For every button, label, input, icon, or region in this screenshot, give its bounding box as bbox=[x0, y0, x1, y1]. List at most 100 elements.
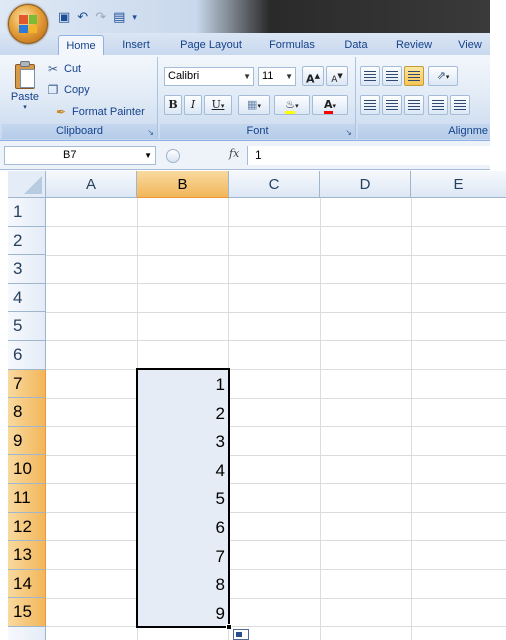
tab-home[interactable]: Home bbox=[58, 35, 104, 55]
align-middle-button[interactable] bbox=[382, 66, 402, 86]
alignment-group: ⇗▾ Alignme bbox=[358, 57, 490, 139]
paste-icon bbox=[13, 61, 37, 89]
chevron-down-icon: ▼ bbox=[243, 72, 251, 81]
row-header-2[interactable]: 2 bbox=[8, 226, 46, 256]
align-center-button[interactable] bbox=[382, 95, 402, 115]
paste-button[interactable]: Paste ▾ bbox=[8, 59, 42, 119]
fill-handle[interactable] bbox=[226, 624, 232, 630]
tab-data[interactable]: Data bbox=[336, 35, 376, 55]
ribbon-tabs: Home Insert Page Layout Formulas Data Re… bbox=[0, 33, 490, 55]
office-button[interactable] bbox=[8, 4, 48, 44]
print-preview-icon[interactable]: ▤ bbox=[113, 8, 125, 28]
worksheet-grid[interactable]: A B C D E 1 2 3 4 5 6 7 8 9 10 11 12 13 … bbox=[0, 171, 506, 640]
tab-view[interactable]: View bbox=[450, 35, 490, 55]
chevron-down-icon: ▼ bbox=[285, 72, 293, 81]
gridline bbox=[46, 540, 506, 541]
tab-formulas[interactable]: Formulas bbox=[262, 35, 322, 55]
align-bottom-button[interactable] bbox=[404, 66, 424, 86]
borders-button[interactable]: ▦▾ bbox=[238, 95, 270, 115]
row-header-14[interactable]: 14 bbox=[8, 569, 46, 599]
align-left-icon bbox=[364, 100, 376, 110]
gridline bbox=[46, 483, 506, 484]
shrink-font-button[interactable]: A▼ bbox=[326, 66, 348, 86]
formula-input[interactable]: 1 bbox=[247, 146, 490, 165]
font-group-label: Font bbox=[160, 124, 355, 139]
gridline bbox=[411, 198, 412, 640]
align-right-button[interactable] bbox=[404, 95, 424, 115]
tab-insert[interactable]: Insert bbox=[114, 35, 158, 55]
align-top-button[interactable] bbox=[360, 66, 380, 86]
column-header-b[interactable]: B bbox=[137, 171, 229, 198]
row-header-3[interactable]: 3 bbox=[8, 255, 46, 284]
gridline bbox=[46, 226, 506, 227]
fill-color-button[interactable]: ♨▾ bbox=[274, 95, 310, 115]
undo-icon[interactable]: ↶ bbox=[77, 8, 88, 28]
gridline bbox=[46, 455, 506, 456]
insert-function-button[interactable]: fx bbox=[229, 147, 239, 160]
copy-button[interactable]: ❐ Copy bbox=[46, 81, 90, 99]
auto-fill-options-icon[interactable] bbox=[233, 629, 249, 640]
tab-page-layout[interactable]: Page Layout bbox=[172, 35, 250, 55]
row-header-12[interactable]: 12 bbox=[8, 512, 46, 542]
paint-bucket-icon: ♨ bbox=[285, 98, 296, 114]
copy-label: Copy bbox=[64, 84, 90, 96]
tab-review[interactable]: Review bbox=[388, 35, 440, 55]
row-header-1[interactable]: 1 bbox=[8, 198, 46, 227]
gridline bbox=[46, 569, 506, 570]
row-header-10[interactable]: 10 bbox=[8, 455, 46, 484]
customize-icon[interactable]: ▾ bbox=[132, 8, 137, 28]
font-size-combo[interactable]: 11 ▼ bbox=[258, 67, 296, 86]
office-logo-icon bbox=[19, 15, 37, 33]
row-header-9[interactable]: 9 bbox=[8, 426, 46, 456]
format-painter-button[interactable]: ✒ Format Painter bbox=[54, 103, 145, 121]
align-bottom-icon bbox=[408, 71, 420, 81]
gridline bbox=[46, 340, 506, 341]
format-painter-label: Format Painter bbox=[72, 106, 145, 118]
decrease-indent-button[interactable] bbox=[428, 95, 448, 115]
row-header-16[interactable] bbox=[8, 627, 46, 640]
redo-icon[interactable]: ↷ bbox=[95, 8, 106, 28]
cut-label: Cut bbox=[64, 63, 82, 75]
row-header-11[interactable]: 11 bbox=[8, 484, 46, 513]
scissors-icon: ✂ bbox=[47, 62, 59, 76]
font-name-combo[interactable]: Calibri ▼ bbox=[164, 67, 254, 86]
formula-bar: B7 ▼ fx 1 bbox=[0, 141, 490, 170]
gridline bbox=[46, 598, 506, 599]
italic-button[interactable]: I bbox=[184, 95, 202, 115]
font-group: Calibri ▼ 11 ▼ A▲ A▼ B I U▾ ▦▾ ♨▾ A▾ Fon… bbox=[160, 57, 356, 139]
grow-font-label: A bbox=[306, 72, 315, 86]
font-color-button[interactable]: A▾ bbox=[312, 95, 348, 115]
column-header-e[interactable]: E bbox=[411, 171, 506, 198]
paste-label: Paste bbox=[10, 91, 40, 103]
align-left-button[interactable] bbox=[360, 95, 380, 115]
clipboard-group: Paste ▾ ✂ Cut ❐ Copy ✒ Format Painter Cl… bbox=[2, 57, 158, 139]
font-color-label: A bbox=[323, 98, 333, 114]
increase-indent-button[interactable] bbox=[450, 95, 470, 115]
grow-font-button[interactable]: A▲ bbox=[302, 66, 324, 86]
column-header-a[interactable]: A bbox=[46, 171, 137, 198]
row-header-7[interactable]: 7 bbox=[8, 369, 46, 399]
dialog-launcher-icon[interactable]: ↘ bbox=[345, 128, 352, 137]
underline-button[interactable]: U▾ bbox=[204, 95, 232, 115]
cut-button[interactable]: ✂ Cut bbox=[46, 60, 81, 78]
select-all-button[interactable] bbox=[8, 171, 46, 198]
column-header-c[interactable]: C bbox=[229, 171, 320, 198]
name-box[interactable]: B7 ▼ bbox=[4, 146, 156, 165]
orientation-button[interactable]: ⇗▾ bbox=[428, 66, 458, 86]
dialog-launcher-icon[interactable]: ↘ bbox=[147, 128, 154, 137]
bold-button[interactable]: B bbox=[164, 95, 182, 115]
gridline bbox=[46, 283, 506, 284]
row-header-4[interactable]: 4 bbox=[8, 283, 46, 313]
row-header-13[interactable]: 13 bbox=[8, 541, 46, 570]
paste-dropdown-icon[interactable]: ▾ bbox=[8, 103, 42, 111]
ribbon: Paste ▾ ✂ Cut ❐ Copy ✒ Format Painter Cl… bbox=[0, 55, 490, 141]
gridline bbox=[46, 369, 506, 370]
gridline bbox=[320, 198, 321, 640]
save-icon[interactable]: ▣ bbox=[58, 8, 70, 28]
row-header-5[interactable]: 5 bbox=[8, 312, 46, 341]
row-header-6[interactable]: 6 bbox=[8, 341, 46, 370]
align-top-icon bbox=[364, 71, 376, 81]
row-header-15[interactable]: 15 bbox=[8, 598, 46, 627]
row-header-8[interactable]: 8 bbox=[8, 398, 46, 427]
column-header-d[interactable]: D bbox=[320, 171, 411, 198]
